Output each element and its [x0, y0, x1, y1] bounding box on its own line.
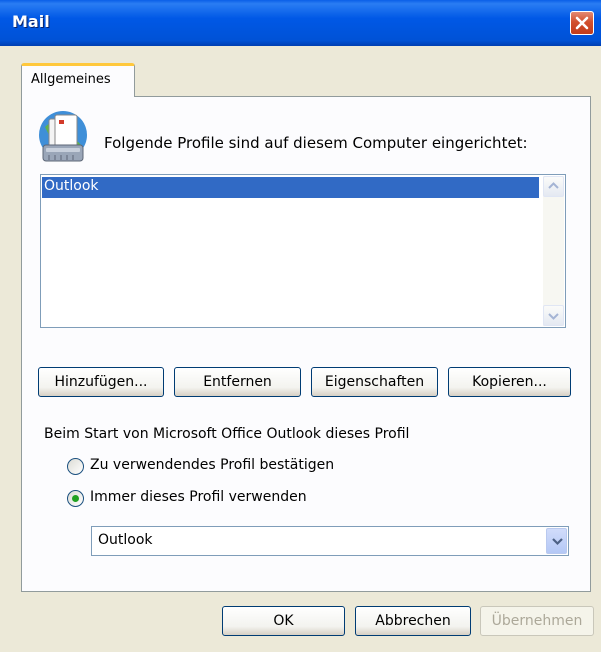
- tab-label: Allgemeines: [31, 72, 111, 87]
- title-bar[interactable]: Mail: [0, 0, 601, 46]
- vertical-scrollbar[interactable]: [543, 176, 564, 326]
- radio-confirm-profile-label[interactable]: Zu verwendendes Profil bestätigen: [90, 457, 334, 473]
- properties-button[interactable]: Eigenschaften: [311, 367, 438, 397]
- scroll-up-icon: [548, 182, 559, 189]
- startup-label: Beim Start von Microsoft Office Outlook …: [44, 426, 410, 442]
- apply-button-label: Übernehmen: [491, 612, 583, 629]
- radio-confirm-profile[interactable]: [67, 458, 84, 475]
- cancel-button-label: Abbrechen: [375, 612, 451, 629]
- profile-select[interactable]: Outlook: [91, 526, 569, 556]
- mail-profiles-icon: [39, 111, 87, 162]
- scroll-down-icon: [548, 313, 559, 320]
- scroll-down-button[interactable]: [543, 305, 564, 326]
- list-item[interactable]: Outlook: [42, 177, 539, 198]
- profiles-heading: Folgende Profile sind auf diesem Compute…: [104, 134, 528, 152]
- add-profile-button-label: Hinzufügen...: [54, 373, 148, 390]
- profile-select-dropdown-button[interactable]: [546, 528, 567, 554]
- copy-profile-button[interactable]: Kopieren...: [448, 367, 571, 397]
- radio-selected-dot: [72, 495, 79, 502]
- ok-button-label: OK: [273, 612, 294, 629]
- ok-button[interactable]: OK: [222, 606, 345, 636]
- tab-allgemeines[interactable]: Allgemeines: [21, 63, 135, 97]
- remove-profile-button[interactable]: Entfernen: [174, 367, 301, 397]
- copy-profile-button-label: Kopieren...: [472, 373, 547, 390]
- add-profile-button[interactable]: Hinzufügen...: [38, 367, 164, 397]
- radio-always-profile[interactable]: [67, 490, 84, 507]
- mail-dialog: Mail Allgemeines Folgende Profile sind a…: [0, 0, 601, 652]
- scroll-up-button[interactable]: [543, 176, 564, 197]
- apply-button[interactable]: Übernehmen: [480, 606, 594, 636]
- window-title: Mail: [12, 12, 50, 31]
- profile-select-value: Outlook: [98, 532, 153, 548]
- radio-always-profile-label[interactable]: Immer dieses Profil verwenden: [90, 489, 307, 505]
- cancel-button[interactable]: Abbrechen: [355, 606, 471, 636]
- chevron-down-icon: [552, 538, 563, 546]
- remove-profile-button-label: Entfernen: [203, 373, 272, 390]
- close-icon: [575, 16, 589, 30]
- profiles-list[interactable]: Outlook: [40, 174, 566, 328]
- properties-button-label: Eigenschaften: [324, 373, 425, 390]
- close-button[interactable]: [570, 11, 594, 35]
- list-item-label: Outlook: [44, 178, 99, 194]
- tab-panel: [21, 96, 591, 592]
